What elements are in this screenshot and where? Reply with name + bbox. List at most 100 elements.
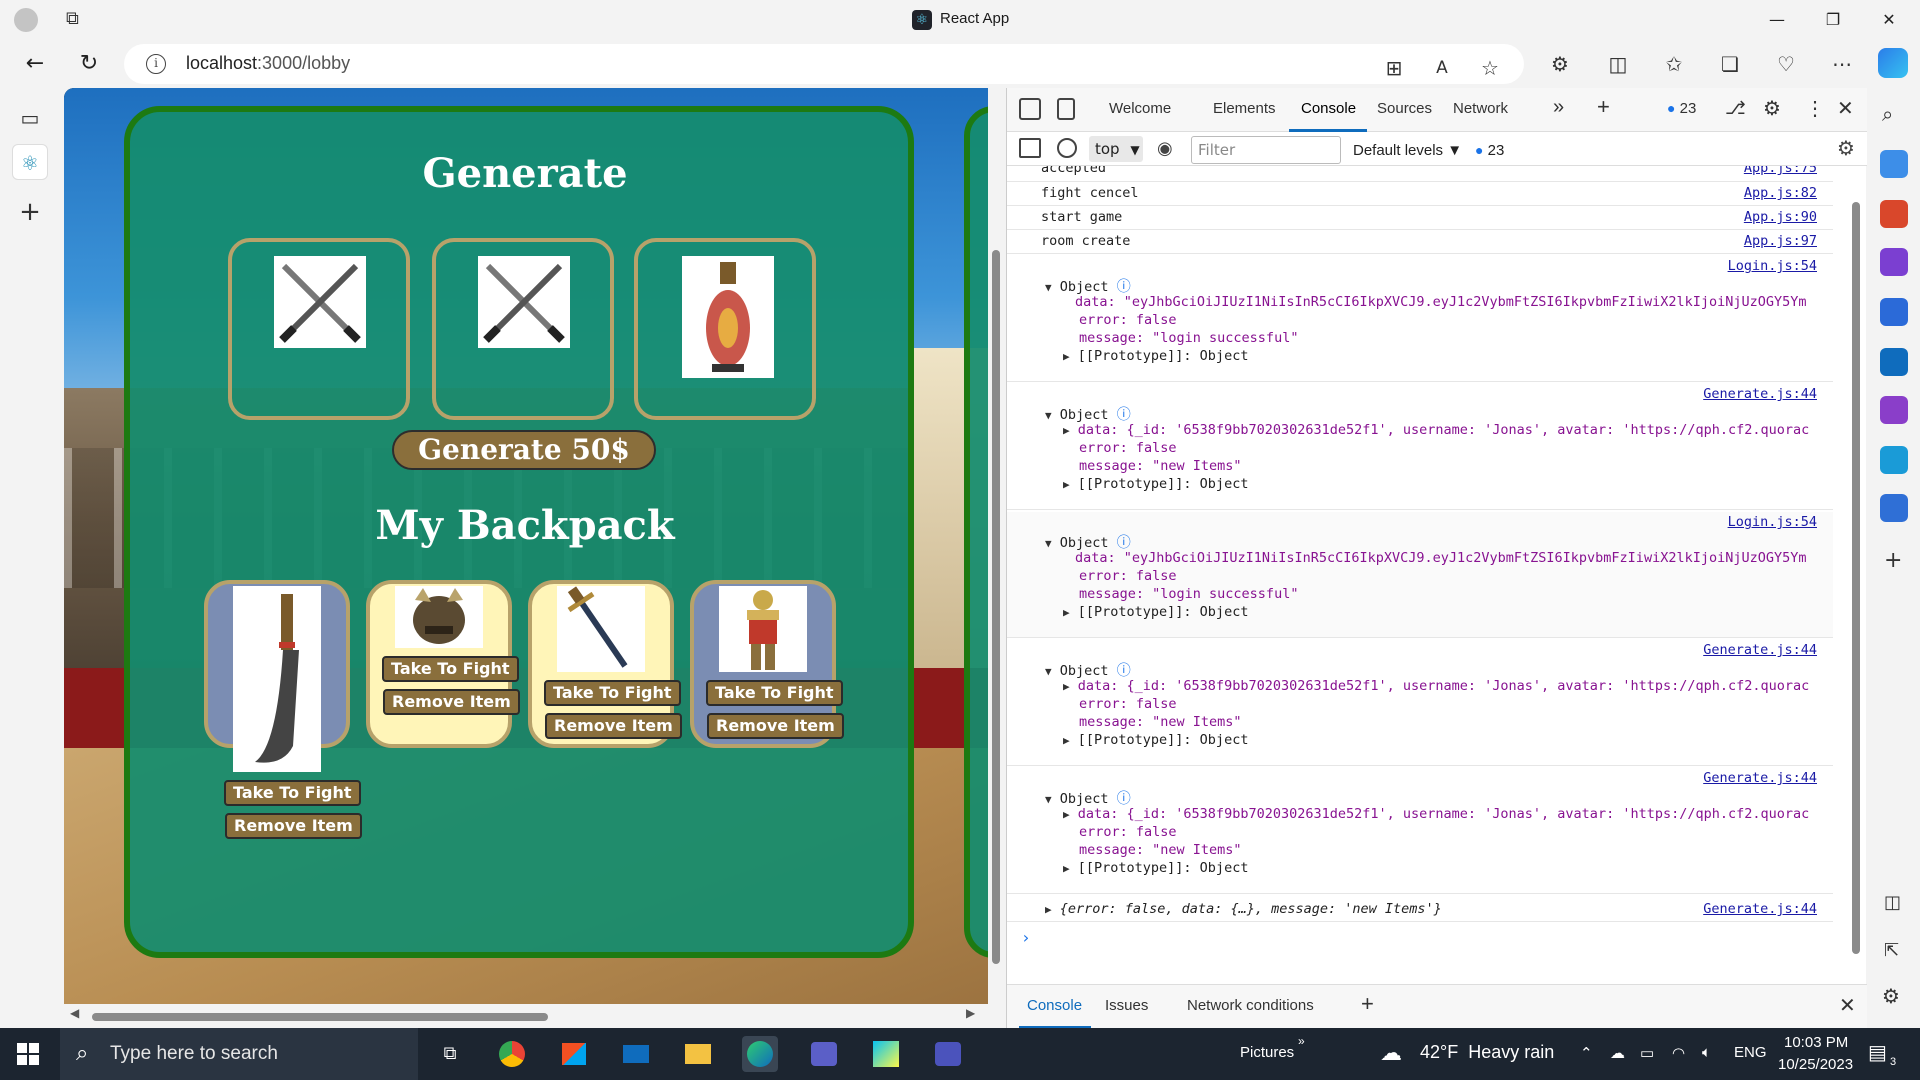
profile-avatar[interactable] xyxy=(14,8,38,32)
connection-icon[interactable]: ⎇ xyxy=(1725,98,1746,119)
address-bar[interactable]: i localhost:3000/lobby ⊞ A ☆ xyxy=(124,44,1524,84)
webstorm-icon[interactable] xyxy=(868,1036,904,1072)
favorite-star-icon[interactable]: ☆ xyxy=(1476,54,1504,82)
copilot-icon[interactable] xyxy=(1878,48,1908,78)
log-source-link[interactable]: App.js:75 xyxy=(1744,166,1817,176)
take-to-fight-button[interactable]: Take To Fight xyxy=(382,656,519,682)
expand-triangle-icon[interactable]: ▶ xyxy=(1063,734,1070,747)
hide-sidebar-icon[interactable]: ◫ xyxy=(1884,892,1901,913)
generated-item-card[interactable] xyxy=(634,238,816,420)
games-icon[interactable] xyxy=(1880,248,1908,276)
inspect-element-icon[interactable] xyxy=(1019,98,1041,120)
take-to-fight-button[interactable]: Take To Fight xyxy=(224,780,361,806)
expand-triangle-icon[interactable]: ▼ xyxy=(1045,793,1052,806)
toolbar-expand-icon[interactable]: » xyxy=(1298,1034,1305,1048)
split-screen-icon[interactable]: ◫ xyxy=(1604,50,1632,78)
generated-item-card[interactable] xyxy=(432,238,614,420)
generated-item-card[interactable] xyxy=(228,238,410,420)
log-source-link[interactable]: App.js:82 xyxy=(1744,185,1817,201)
tab-sources[interactable]: Sources xyxy=(1377,100,1432,117)
notifications-icon[interactable]: ▤ xyxy=(1868,1040,1887,1065)
tab-elements[interactable]: Elements xyxy=(1213,100,1276,117)
tab-welcome[interactable]: Welcome xyxy=(1109,100,1171,117)
take-to-fight-button[interactable]: Take To Fight xyxy=(706,680,843,706)
remove-item-button[interactable]: Remove Item xyxy=(383,689,520,715)
expand-triangle-icon[interactable]: ▶ xyxy=(1063,424,1070,437)
filter-input[interactable]: Filter xyxy=(1191,136,1341,164)
device-emulation-icon[interactable] xyxy=(1057,98,1075,120)
sidebar-toggle-icon[interactable] xyxy=(1019,138,1041,158)
add-tab-icon[interactable]: + xyxy=(1597,94,1610,120)
shopping-tag-icon[interactable] xyxy=(1880,150,1908,178)
onedrive-icon[interactable]: ☁ xyxy=(1610,1044,1625,1062)
browser-essentials-icon[interactable]: ♡ xyxy=(1772,50,1800,78)
scroll-right-icon[interactable]: ▶ xyxy=(966,1006,975,1020)
pictures-toolbar[interactable]: Pictures xyxy=(1240,1044,1294,1061)
microsoft-store-icon[interactable] xyxy=(556,1036,592,1072)
expand-triangle-icon[interactable]: ▶ xyxy=(1045,903,1052,916)
clear-console-icon[interactable] xyxy=(1057,138,1077,158)
live-expression-icon[interactable]: ◉ xyxy=(1157,138,1173,159)
log-source-link[interactable]: Generate.js:44 xyxy=(1703,386,1817,402)
log-source-link[interactable]: App.js:90 xyxy=(1744,209,1817,225)
drawer-tab-issues[interactable]: Issues xyxy=(1105,997,1148,1014)
context-select[interactable]: top ▼ xyxy=(1089,136,1143,162)
wifi-icon[interactable]: ◠ xyxy=(1672,1044,1685,1062)
teams-icon[interactable] xyxy=(930,1036,966,1072)
expand-triangle-icon[interactable]: ▼ xyxy=(1045,409,1052,422)
clock-time[interactable]: 10:03 PM xyxy=(1784,1034,1848,1051)
expand-triangle-icon[interactable]: ▶ xyxy=(1063,862,1070,875)
expand-triangle-icon[interactable]: ▼ xyxy=(1045,665,1052,678)
drawer-tab-network-conditions[interactable]: Network conditions xyxy=(1187,997,1314,1014)
log-source-link[interactable]: Generate.js:44 xyxy=(1703,770,1817,786)
page-vertical-scrollbar[interactable] xyxy=(988,88,1004,1004)
scroll-left-icon[interactable]: ◀ xyxy=(70,1006,79,1020)
collections-icon[interactable]: ❏ xyxy=(1716,50,1744,78)
page-horizontal-scrollbar[interactable]: ◀ ▶ xyxy=(64,1004,988,1028)
generate-button[interactable]: Generate 50$ xyxy=(392,430,656,470)
expand-triangle-icon[interactable]: ▶ xyxy=(1063,808,1070,821)
devtools-menu-icon[interactable]: ⋮ xyxy=(1805,96,1825,121)
microsoft-365-icon[interactable] xyxy=(1880,298,1908,326)
remove-item-button[interactable]: Remove Item xyxy=(225,813,362,839)
more-menu-icon[interactable]: ⋯ xyxy=(1828,50,1856,78)
extensions-icon[interactable]: ⚙ xyxy=(1546,50,1574,78)
file-explorer-icon[interactable] xyxy=(680,1036,716,1072)
teams-new-icon[interactable] xyxy=(806,1036,842,1072)
tools-icon[interactable] xyxy=(1880,200,1908,228)
tab-list-icon[interactable]: ▭ xyxy=(12,100,48,136)
open-external-icon[interactable]: ⇱ xyxy=(1884,940,1899,961)
issues-counter[interactable]: ● 23 xyxy=(1667,100,1696,117)
new-tab-icon[interactable]: + xyxy=(12,194,48,230)
volume-icon[interactable]: 🔈︎ xyxy=(1702,1044,1711,1061)
back-button[interactable]: ← xyxy=(18,48,52,80)
close-window-button[interactable]: ✕ xyxy=(1866,6,1912,34)
expand-triangle-icon[interactable]: ▼ xyxy=(1045,537,1052,550)
console-settings-icon[interactable]: ⚙ xyxy=(1837,136,1855,160)
log-source-link[interactable]: Generate.js:44 xyxy=(1703,901,1817,917)
minimize-button[interactable]: — xyxy=(1754,6,1800,34)
start-button[interactable] xyxy=(16,1042,40,1066)
devtools-settings-icon[interactable]: ⚙ xyxy=(1763,96,1781,121)
tab-actions-icon[interactable]: ⧉ xyxy=(66,8,90,32)
designer-icon[interactable] xyxy=(1880,396,1908,424)
log-source-link[interactable]: Generate.js:44 xyxy=(1703,642,1817,658)
page-horizontal-scroll-thumb[interactable] xyxy=(92,1013,548,1021)
language-indicator[interactable]: ENG xyxy=(1734,1044,1767,1061)
favorites-icon[interactable]: ✩ xyxy=(1660,50,1688,78)
page-vertical-scroll-thumb[interactable] xyxy=(992,250,1000,964)
edge-browser-icon[interactable] xyxy=(742,1036,778,1072)
expand-triangle-icon[interactable]: ▼ xyxy=(1045,281,1052,294)
close-devtools-icon[interactable]: ✕ xyxy=(1837,96,1854,121)
drawer-add-icon[interactable]: + xyxy=(1361,991,1374,1017)
weather-text[interactable]: 42°F Heavy rain xyxy=(1420,1042,1554,1063)
sidebar-settings-icon[interactable]: ⚙ xyxy=(1882,984,1900,1008)
console-scroll-thumb[interactable] xyxy=(1852,202,1860,954)
send-icon[interactable] xyxy=(1880,446,1908,474)
clock-date[interactable]: 10/25/2023 xyxy=(1778,1056,1853,1073)
battery-icon[interactable]: ▭ xyxy=(1640,1044,1654,1062)
expand-triangle-icon[interactable]: ▶ xyxy=(1063,478,1070,491)
refresh-button[interactable]: ↻ xyxy=(72,48,106,80)
outlook-icon[interactable] xyxy=(1880,348,1908,376)
expand-triangle-icon[interactable]: ▶ xyxy=(1063,350,1070,363)
